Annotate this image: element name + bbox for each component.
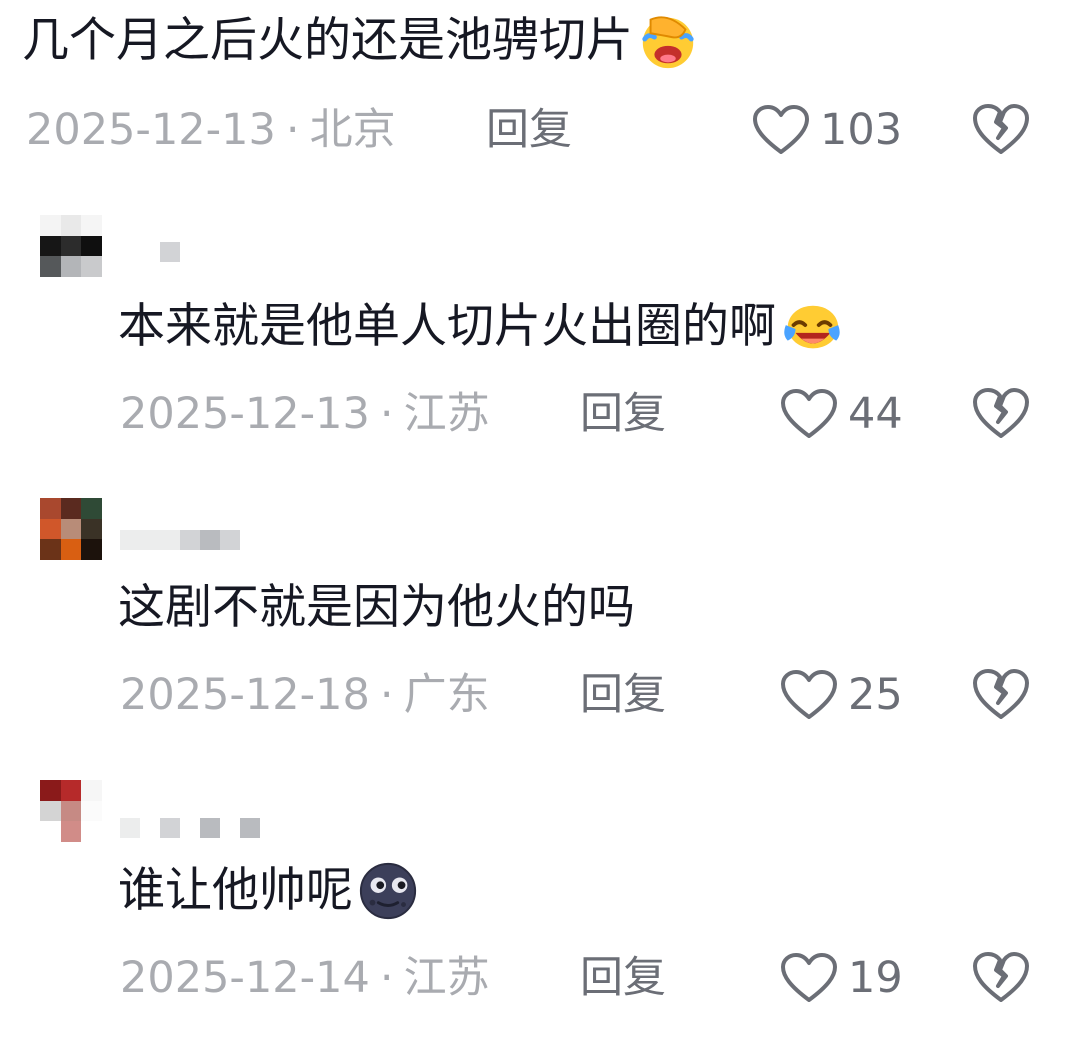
new-moon-face-emoji-icon <box>357 860 419 922</box>
like-button[interactable]: 103 <box>752 100 902 160</box>
like-count: 25 <box>848 670 903 720</box>
broken-heart-icon <box>972 950 1030 1004</box>
comment-location: 北京 <box>309 105 396 155</box>
username[interactable] <box>120 808 260 838</box>
username[interactable] <box>120 520 240 550</box>
username[interactable] <box>160 232 180 262</box>
comment-meta: 2025-12-14 · 江苏 回复 19 <box>0 948 1090 1008</box>
comment-meta: 2025-12-18 · 广东 回复 25 <box>0 665 1090 725</box>
comment-location: 江苏 <box>403 389 490 439</box>
comment-text: 谁让他帅呢 <box>118 860 419 922</box>
heart-outline-icon <box>780 388 838 440</box>
comment-date-location: 2025-12-14 · 江苏 <box>120 948 490 1008</box>
like-button[interactable]: 19 <box>780 948 903 1008</box>
comment-meta: 2025-12-13 · 北京 回复 103 <box>0 100 1090 160</box>
broken-heart-icon <box>972 102 1030 156</box>
comment-location: 江苏 <box>403 953 490 1003</box>
meta-separator: · <box>285 105 300 155</box>
dislike-button[interactable] <box>972 102 1030 156</box>
tears-of-joy-emoji-icon <box>780 296 842 358</box>
meta-separator: · <box>379 670 394 720</box>
dislike-button[interactable] <box>972 386 1030 440</box>
like-button[interactable]: 25 <box>780 665 903 725</box>
dislike-button[interactable] <box>972 950 1030 1004</box>
broken-heart-icon <box>972 667 1030 721</box>
comment-text: 几个月之后火的还是池骋切片 <box>22 10 699 72</box>
comment-text: 本来就是他单人切片火出圈的啊 <box>118 296 842 358</box>
meta-separator: · <box>379 953 394 1003</box>
comment-body: 本来就是他单人切片火出圈的啊 <box>118 299 776 354</box>
comment-body: 几个月之后火的还是池骋切片 <box>22 13 633 68</box>
comment-text: 这剧不就是因为他火的吗 <box>118 578 635 638</box>
facepalm-crying-emoji-icon <box>637 10 699 72</box>
heart-outline-icon <box>780 669 838 721</box>
comment-date: 2025-12-13 <box>26 105 276 155</box>
comment-date: 2025-12-18 <box>120 670 370 720</box>
comment-date-location: 2025-12-18 · 广东 <box>120 665 490 725</box>
broken-heart-icon <box>972 386 1030 440</box>
reply-button[interactable]: 回复 <box>580 384 666 444</box>
like-count: 44 <box>848 389 903 439</box>
comment-date-location: 2025-12-13 · 江苏 <box>120 384 490 444</box>
comment-date-location: 2025-12-13 · 北京 <box>26 100 396 160</box>
reply-button[interactable]: 回复 <box>580 665 666 725</box>
comment-date: 2025-12-13 <box>120 389 370 439</box>
comment-body: 这剧不就是因为他火的吗 <box>118 580 635 635</box>
heart-outline-icon <box>780 952 838 1004</box>
meta-separator: · <box>379 389 394 439</box>
heart-outline-icon <box>752 104 810 156</box>
reply-button[interactable]: 回复 <box>580 948 666 1008</box>
dislike-button[interactable] <box>972 667 1030 721</box>
comment-body: 谁让他帅呢 <box>118 863 353 918</box>
like-count: 103 <box>820 105 903 155</box>
avatar[interactable] <box>40 215 102 277</box>
avatar[interactable] <box>40 498 102 560</box>
like-count: 19 <box>848 953 903 1003</box>
reply-button[interactable]: 回复 <box>486 100 572 160</box>
like-button[interactable]: 44 <box>780 384 903 444</box>
comment-meta: 2025-12-13 · 江苏 回复 44 <box>0 384 1090 444</box>
avatar[interactable] <box>40 780 102 842</box>
comment-date: 2025-12-14 <box>120 953 370 1003</box>
comment-location: 广东 <box>403 670 490 720</box>
